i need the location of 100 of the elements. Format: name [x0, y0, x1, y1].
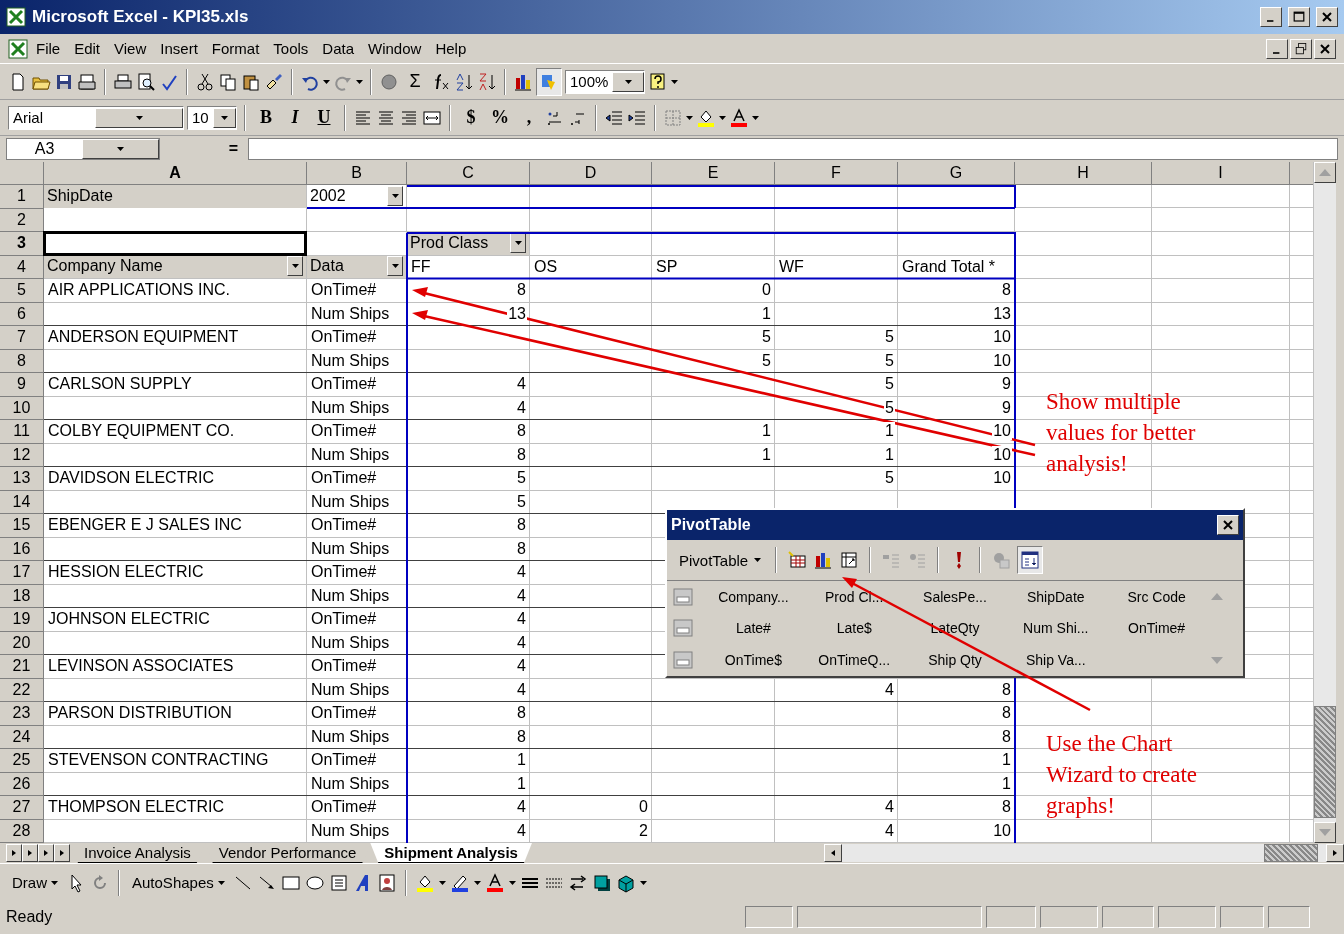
select-all-button[interactable] — [0, 162, 44, 185]
chart-wizard-button[interactable] — [813, 550, 834, 570]
row-header[interactable]: 28 — [0, 819, 44, 843]
tab-scroll-button[interactable] — [54, 844, 70, 862]
autosum-button[interactable]: Σ — [402, 67, 428, 96]
row-header[interactable]: 24 — [0, 725, 44, 749]
formula-field[interactable] — [248, 138, 1338, 160]
field-item[interactable]: Num Shi... — [1023, 620, 1089, 637]
row-header[interactable]: 7 — [0, 326, 44, 350]
field-item[interactable]: OnTimeQ... — [818, 652, 891, 669]
caret-icon[interactable] — [51, 880, 58, 885]
row-header[interactable]: 25 — [0, 749, 44, 773]
caret-icon[interactable] — [686, 115, 693, 120]
caret-icon[interactable] — [117, 147, 124, 151]
menu-item[interactable]: Help — [429, 37, 473, 60]
scroll-left-button[interactable] — [824, 844, 842, 862]
sort-ascending-icon[interactable] — [454, 71, 474, 92]
caret-icon[interactable] — [391, 264, 399, 269]
autoshapes-menu-button[interactable]: AutoShapes — [128, 872, 229, 893]
column-header[interactable]: B — [307, 162, 407, 185]
field-item[interactable]: OnTime# — [1128, 620, 1186, 637]
field-settings-icon[interactable] — [991, 550, 1012, 570]
row-header[interactable]: 8 — [0, 349, 44, 373]
field-item[interactable]: Late$ — [836, 620, 872, 637]
field-item[interactable]: SalesPe... — [923, 588, 987, 605]
caret-icon[interactable] — [752, 115, 759, 120]
column-header[interactable]: H — [1015, 162, 1152, 185]
caret-icon[interactable] — [356, 79, 363, 84]
tab-scroll-button[interactable] — [22, 844, 38, 862]
draw-menu-button[interactable]: Draw — [8, 872, 62, 893]
help-icon[interactable] — [648, 71, 668, 92]
row-header[interactable]: 16 — [0, 537, 44, 561]
caret-icon[interactable] — [323, 79, 330, 84]
field-item[interactable]: Company... — [718, 588, 789, 605]
field-dropdown[interactable]: Company Name — [44, 255, 306, 278]
row-header[interactable]: 9 — [0, 373, 44, 397]
caret-icon[interactable] — [754, 558, 762, 562]
clip-art-icon[interactable] — [376, 872, 397, 893]
column-header[interactable]: G — [898, 162, 1015, 185]
cut-icon[interactable] — [195, 71, 215, 92]
field-item[interactable]: Src Code — [1127, 588, 1186, 605]
scroll-up-button[interactable] — [1314, 162, 1336, 183]
column-header[interactable]: C — [407, 162, 530, 185]
tab-scroll-button[interactable] — [38, 844, 54, 862]
row-header[interactable]: 19 — [0, 608, 44, 632]
menu-item[interactable]: Data — [316, 37, 361, 60]
format-report-icon[interactable] — [787, 550, 808, 570]
field-dropdown[interactable]: Data — [307, 255, 406, 278]
row-header[interactable]: 5 — [0, 279, 44, 303]
row-header[interactable]: 15 — [0, 514, 44, 538]
column-header[interactable]: D — [530, 162, 652, 185]
menu-item[interactable]: Insert — [154, 37, 204, 60]
tab-scroll-button[interactable] — [6, 844, 22, 862]
pivot-wizard-icon[interactable] — [839, 550, 860, 570]
field-item[interactable]: ShipDate — [1027, 588, 1085, 605]
row-header[interactable]: 22 — [0, 678, 44, 702]
column-header[interactable]: I — [1152, 162, 1290, 185]
row-header[interactable]: 21 — [0, 655, 44, 679]
sort-descending-icon[interactable] — [477, 71, 497, 92]
caret-icon[interactable] — [291, 264, 299, 269]
caret-icon[interactable] — [719, 115, 726, 120]
caret-icon[interactable] — [220, 115, 228, 120]
row-header[interactable]: 10 — [0, 396, 44, 420]
row-header[interactable]: 20 — [0, 631, 44, 655]
horizontal-scrollbar[interactable] — [824, 844, 1344, 862]
shadow-icon[interactable] — [591, 872, 612, 893]
row-header[interactable]: 18 — [0, 584, 44, 608]
sheet-tab[interactable]: Shipment Analysis — [370, 843, 532, 863]
caret-icon[interactable] — [671, 79, 678, 84]
field-item[interactable]: Ship Qty — [928, 652, 982, 669]
row-header[interactable]: 4 — [0, 255, 44, 279]
currency-button[interactable]: $ — [458, 103, 484, 132]
row-header[interactable]: 17 — [0, 561, 44, 585]
caret-icon[interactable] — [438, 880, 446, 885]
font-combo[interactable]: Arial — [8, 105, 184, 130]
column-header[interactable]: A — [44, 162, 307, 185]
underline-button[interactable]: U — [311, 103, 337, 132]
caret-icon[interactable] — [473, 880, 481, 885]
row-header[interactable]: 12 — [0, 443, 44, 467]
excel-icon[interactable] — [8, 38, 28, 59]
caret-icon[interactable] — [514, 240, 522, 245]
caret-icon[interactable] — [639, 880, 647, 885]
double-arrow-icon[interactable] — [567, 872, 588, 893]
caret-icon[interactable] — [391, 193, 399, 198]
scroll-thumb[interactable] — [1314, 706, 1336, 818]
text-box-icon[interactable] — [328, 872, 349, 893]
field-dropdown[interactable]: Prod Class — [407, 232, 529, 255]
menu-item[interactable]: Tools — [267, 37, 315, 60]
field-item[interactable]: Ship Va... — [1025, 652, 1086, 669]
row-header[interactable]: 13 — [0, 467, 44, 491]
brush-icon[interactable] — [264, 71, 284, 92]
row-header[interactable]: 3 — [0, 232, 44, 256]
row-header[interactable]: 26 — [0, 772, 44, 796]
scroll-thumb[interactable] — [1264, 844, 1318, 862]
pivot-table-menu[interactable]: PivotTable — [675, 551, 766, 569]
copy-icon[interactable] — [218, 71, 238, 92]
font-color-icon[interactable] — [484, 872, 505, 893]
font-size-combo[interactable]: 10 — [187, 105, 237, 130]
bold-button[interactable]: B — [253, 103, 279, 132]
vertical-scrollbar[interactable] — [1313, 162, 1336, 843]
